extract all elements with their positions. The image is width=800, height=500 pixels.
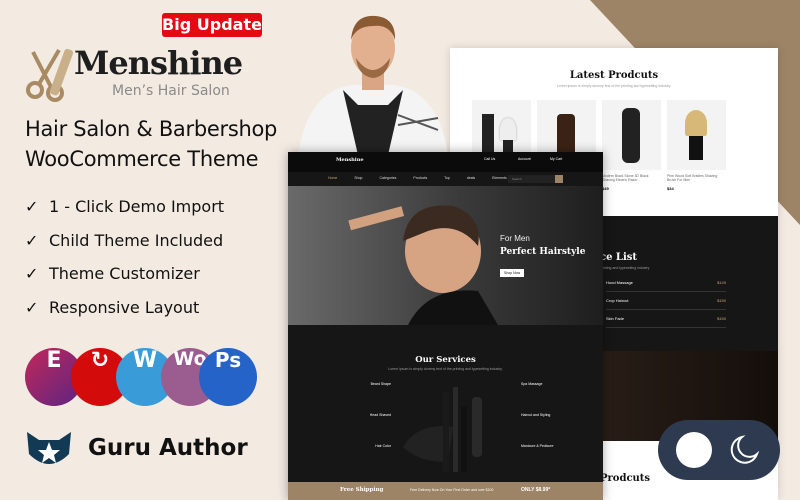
feature-item: ✓ Responsive Layout	[25, 298, 199, 317]
products-title: Prodcuts	[600, 473, 651, 484]
feature-label: 1 - Click Demo Import	[49, 197, 225, 216]
logo-tagline: Men’s Hair Salon	[112, 83, 230, 99]
latest-products-title: Latest Prodcuts	[569, 70, 659, 81]
feature-label: Theme Customizer	[49, 264, 200, 283]
feature-label: Child Theme Included	[49, 231, 224, 250]
my-cart[interactable]: My Cart	[550, 157, 562, 161]
nav-home[interactable]: Home	[328, 176, 337, 180]
big-update-badge: Big Update	[162, 13, 262, 37]
preview-nav: Home Shop Categories Products Top deals …	[328, 176, 507, 180]
shipping-text: Free Delivery Now On Your First Order an…	[410, 488, 494, 492]
services-right: Spa Massage Haircut and Styling Manicure…	[521, 382, 554, 448]
hero-banner: For Men Perfect Hairstyle Shop Now	[288, 186, 603, 325]
nav-top-deals[interactable]: Top deals	[444, 176, 475, 180]
moon-icon	[730, 435, 760, 464]
latest-products-subtitle: Lorem ipsum is simply dummy text of the …	[556, 84, 672, 88]
services-title: Our Services	[415, 355, 476, 365]
check-icon: ✓	[25, 231, 39, 250]
preview-logo: Menshine	[336, 157, 364, 163]
feature-item: ✓ Theme Customizer	[25, 264, 200, 283]
shipping-price: ONLY $8.99*	[521, 487, 551, 493]
search-input[interactable]: Search	[508, 175, 555, 183]
product-card[interactable]: Pine Wood Soft Bristles Shaving Brush Fo…	[667, 100, 726, 191]
feature-label: Responsive Layout	[49, 298, 200, 317]
nav-shop[interactable]: Shop	[354, 176, 362, 180]
hero-title: Perfect Hairstyle	[500, 247, 586, 257]
dark-mode-toggle[interactable]	[658, 420, 780, 480]
check-icon: ✓	[25, 264, 39, 283]
feature-item: ✓ Child Theme Included	[25, 231, 223, 250]
shipping-bar: Free Shipping Free Delivery Now On Your …	[288, 482, 603, 500]
guru-cat-logo-icon	[27, 432, 71, 464]
product-price: $34	[667, 186, 674, 191]
check-icon: ✓	[25, 197, 39, 216]
check-icon: ✓	[25, 298, 39, 317]
call-us[interactable]: Call Us	[484, 157, 495, 161]
search-icon[interactable]	[555, 175, 563, 183]
nav-products[interactable]: Products	[413, 176, 427, 180]
nav-categories[interactable]: Categories	[380, 176, 397, 180]
account[interactable]: Account	[518, 157, 531, 161]
nav-elements[interactable]: Elements	[492, 176, 507, 180]
price-list-title: ce List	[600, 252, 638, 263]
hero-subtitle: For Men	[500, 234, 530, 243]
product-name: Modern Black Stone 3D Black Shaving Elec…	[602, 174, 649, 182]
shipping-title: Free Shipping	[340, 487, 384, 493]
front-preview-screenshot: Menshine Call Us Account My Cart Home Sh…	[288, 152, 603, 500]
price-item: Hood Massage $149	[606, 280, 726, 292]
product-card[interactable]: Modern Black Stone 3D Black Shaving Elec…	[602, 100, 661, 191]
scissors-comb-logo-icon	[26, 48, 73, 102]
barber-photo	[298, 15, 448, 155]
feature-item: ✓ 1 - Click Demo Import	[25, 197, 224, 216]
price-item: Skin Fade $150	[606, 316, 726, 328]
photoshop-icon: Ps	[199, 348, 257, 406]
price-list-subtitle: printing and typesetting industry	[600, 266, 650, 270]
author-name: Guru Author	[88, 435, 248, 461]
logo-name: Menshine	[74, 44, 243, 82]
product-price: $49	[602, 186, 609, 191]
price-item: Crop Haircut $150	[606, 298, 726, 310]
shop-now-button[interactable]: Shop Now	[500, 269, 525, 277]
preview-header: Menshine Call Us Account My Cart	[288, 152, 603, 172]
headline-line-1: Hair Salon & Barbershop	[25, 117, 278, 141]
hair-tools-image	[403, 387, 482, 472]
headline-line-2: WooCommerce Theme	[25, 147, 259, 171]
product-name: Pine Wood Soft Bristles Shaving Brush Fo…	[667, 174, 718, 182]
toggle-knob	[676, 432, 712, 468]
services-subtitle: Lorem ipsum is simply dummy text of the …	[388, 367, 503, 371]
